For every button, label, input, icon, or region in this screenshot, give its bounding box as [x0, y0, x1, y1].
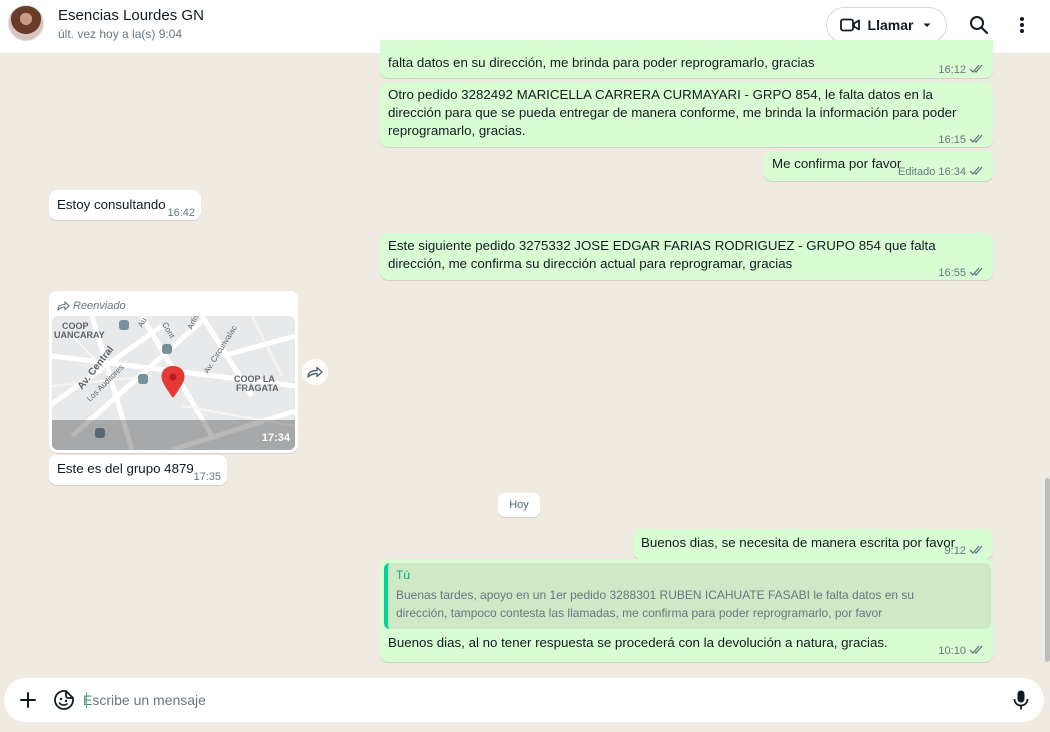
message-meta: 17:35: [193, 468, 221, 486]
message-text: Buenos dias, se necesita de manera escri…: [641, 535, 956, 550]
message-time: 17:35: [193, 471, 221, 483]
message-bubble[interactable]: Otro pedido 3282492 MARICELLA CARRERA CU…: [380, 82, 993, 147]
attach-button[interactable]: [18, 690, 38, 710]
video-call-icon: [839, 18, 860, 32]
map-label: FRAGATA: [236, 383, 279, 393]
message-meta: 10:10: [938, 642, 985, 660]
forward-button[interactable]: [302, 359, 328, 385]
sticker-button[interactable]: [53, 689, 75, 711]
message-text: Me confirma por favor: [772, 156, 902, 171]
last-seen-status: últ. vez hoy a la(s) 9:04: [58, 27, 183, 41]
double-check-icon: [969, 267, 983, 276]
message-bubble[interactable]: Estoy consultando 16:42: [49, 190, 201, 220]
message-meta: 9:12: [945, 542, 985, 560]
quoted-message[interactable]: Tú Buenas tardes, apoyo en un 1er pedido…: [384, 563, 991, 629]
message-time: 16:34: [938, 166, 966, 178]
message-bubble[interactable]: Este es del grupo 4879 17:35: [49, 455, 227, 485]
double-check-icon: [969, 545, 983, 554]
search-button[interactable]: [967, 13, 991, 37]
quote-text: Buenas tardes, apoyo en un 1er pedido 32…: [396, 588, 915, 620]
message-meta: 16:55: [938, 264, 985, 282]
double-check-icon: [969, 64, 983, 73]
message-text: Buenos dias, al no tener respuesta se pr…: [388, 635, 888, 650]
forward-icon: [307, 366, 323, 378]
sticker-icon: [54, 690, 74, 710]
double-check-icon: [969, 166, 983, 175]
message-bubble[interactable]: Este siguiente pedido 3275332 JOSE EDGAR…: [380, 233, 993, 280]
message-meta: 16:15: [938, 131, 985, 149]
forwarded-label: Reenviado: [57, 297, 126, 315]
message-time: 10:10: [938, 645, 966, 657]
text-caret: [86, 692, 87, 708]
map-label: UANCARAY: [54, 330, 105, 340]
call-label: Llamar: [867, 17, 914, 33]
message-text: Estoy consultando: [57, 197, 166, 212]
menu-dots-icon: [1020, 17, 1024, 33]
message-meta: 16:12: [938, 61, 985, 79]
message-bubble[interactable]: Me confirma por favor Editado 16:34: [764, 151, 993, 181]
search-icon: [970, 16, 989, 35]
message-time: 16:12: [938, 64, 966, 76]
map-image: COOP UANCARAY COOP LA FRAGATA Av. Centra…: [52, 316, 295, 450]
microphone-icon: [1013, 690, 1029, 710]
quote-author: Tú: [396, 568, 411, 582]
message-text: Este es del grupo 4879: [57, 461, 194, 476]
voice-message-button[interactable]: [1012, 689, 1030, 711]
forward-icon: [57, 301, 70, 311]
call-button[interactable]: Llamar: [826, 7, 947, 43]
edited-label: Editado: [898, 166, 936, 178]
message-text: Este siguiente pedido 3275332 JOSE EDGAR…: [388, 238, 936, 271]
message-bubble[interactable]: Buenos dias, se necesita de manera escri…: [633, 529, 993, 559]
chevron-down-icon: [923, 23, 931, 27]
scrollbar-thumb[interactable]: [1045, 478, 1050, 662]
double-check-icon: [969, 134, 983, 143]
message-meta: 16:42: [167, 204, 195, 222]
menu-button[interactable]: [1010, 13, 1034, 37]
date-separator: Hoy: [498, 493, 540, 517]
message-time: 16:55: [938, 267, 966, 279]
contact-name[interactable]: Esencias Lourdes GN: [58, 7, 204, 24]
double-check-icon: [969, 645, 983, 654]
message-input[interactable]: [83, 690, 983, 710]
message-time: 9:12: [944, 545, 966, 557]
message-time: 17:34: [261, 432, 290, 444]
message-bubble[interactable]: falta datos en su dirección, me brinda p…: [380, 40, 993, 78]
message-text: Otro pedido 3282492 MARICELLA CARRERA CU…: [388, 87, 957, 138]
message-text: falta datos en su dirección, me brinda p…: [388, 55, 815, 70]
avatar[interactable]: [8, 5, 44, 41]
message-meta: Editado 16:34: [898, 163, 985, 181]
plus-icon: [20, 692, 36, 708]
message-time: 16:42: [167, 207, 195, 219]
location-map[interactable]: COOP UANCARAY COOP LA FRAGATA Av. Centra…: [52, 316, 295, 450]
message-time: 16:15: [938, 134, 966, 146]
